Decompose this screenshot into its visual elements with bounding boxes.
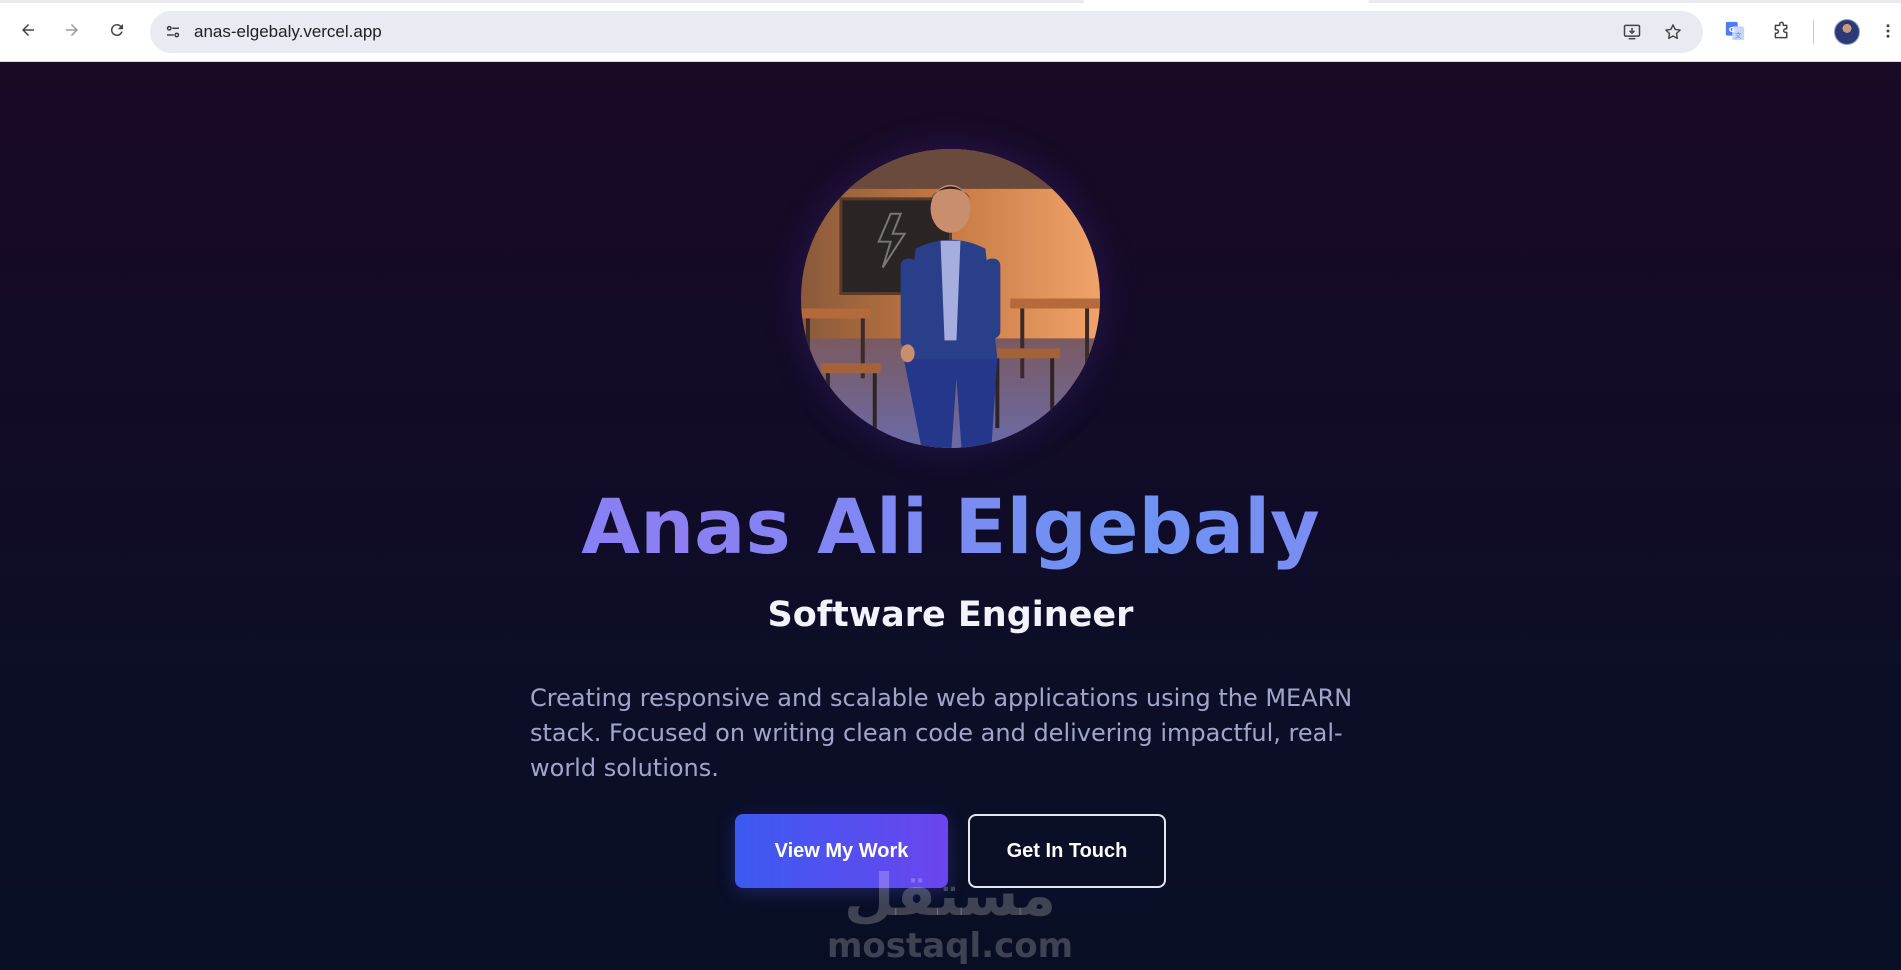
mostaql-watermark: مستقل mostaql.com [800,862,1100,970]
extensions-puzzle-icon[interactable] [1766,16,1796,46]
bookmark-star-icon[interactable] [1658,17,1688,47]
install-app-icon[interactable] [1617,17,1647,47]
reload-button[interactable] [103,16,131,44]
site-info-icon[interactable] [162,21,184,43]
google-translate-icon[interactable]: G 文 [1720,16,1750,46]
watermark-latin: mostaql.com [826,926,1074,966]
arrow-left-icon [22,24,34,36]
profile-avatar[interactable] [1834,19,1860,45]
arrow-right-icon [66,24,78,36]
hero-name: Anas Ali Elgebaly [0,482,1901,571]
watermark-arabic: مستقل [843,861,1057,929]
profile-photo [801,149,1100,448]
svg-text:G: G [1729,25,1735,34]
hero-section: Anas Ali Elgebaly Software Engineer Crea… [0,62,1901,970]
toolbar-separator [1813,20,1814,44]
browser-toolbar: anas-elgebaly.vercel.app G 文 [0,0,1901,62]
url-text[interactable]: anas-elgebaly.vercel.app [194,22,382,42]
tab-strip-edge [0,0,1901,3]
forward-button[interactable] [58,16,86,44]
hero-role: Software Engineer [767,595,1134,635]
back-button[interactable] [14,16,42,44]
hero-description: Creating responsive and scalable web app… [530,684,1353,782]
address-bar[interactable]: anas-elgebaly.vercel.app [150,11,1703,53]
svg-text:文: 文 [1735,30,1742,39]
reload-icon [110,24,123,37]
kebab-menu-icon[interactable] [1878,16,1898,46]
